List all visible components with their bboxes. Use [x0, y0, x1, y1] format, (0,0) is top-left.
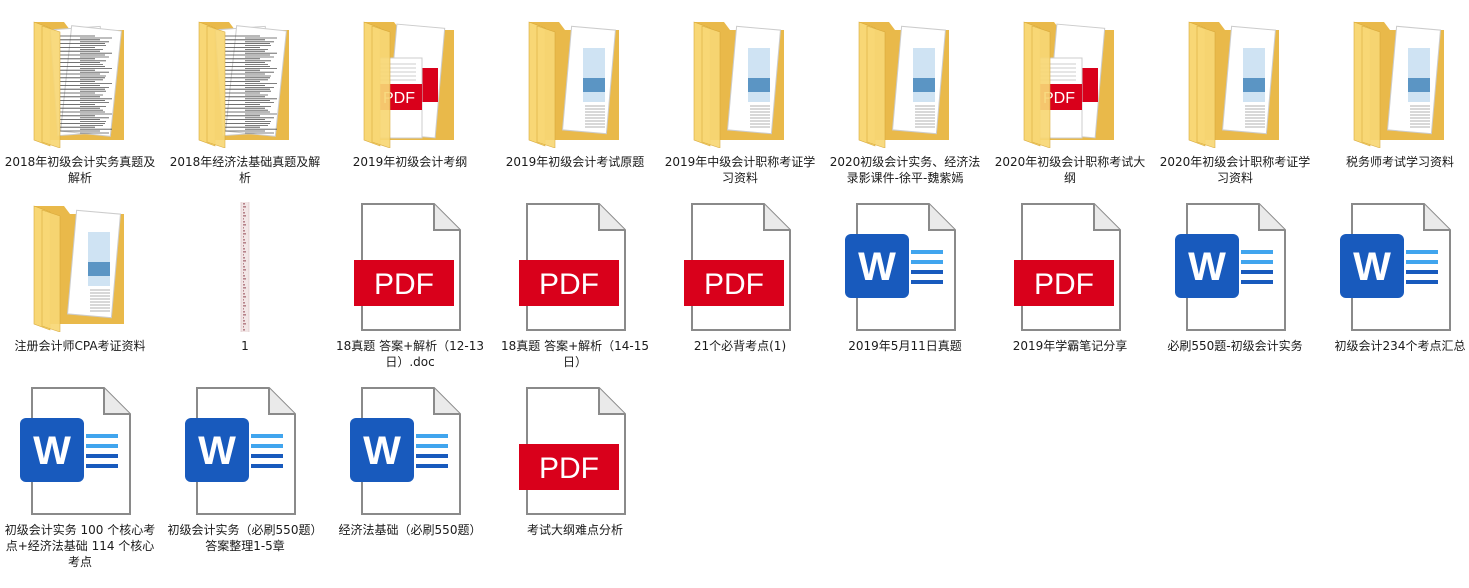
pdf-file-icon: PDF — [350, 202, 470, 332]
file-item[interactable]: W 2019年5月11日真题 — [825, 190, 985, 370]
folder-icon: PDF — [350, 18, 470, 149]
folder-item[interactable]: 2019年初级会计考试原题 — [495, 6, 655, 186]
svg-text:W: W — [1188, 245, 1226, 289]
word-file-icon: W — [20, 386, 140, 516]
folder-icon — [515, 18, 635, 149]
file-item[interactable]: PDF 考试大纲难点分析 — [495, 374, 655, 554]
file-item[interactable]: W 初级会计实务（必刷550题）答案整理1-5章 — [165, 374, 325, 554]
folder-icon — [20, 18, 140, 149]
file-item[interactable]: PDF 18真题 答案+解析（12-13日）.doc — [330, 190, 490, 370]
svg-text:W: W — [33, 429, 71, 473]
svg-text:W: W — [858, 245, 896, 289]
file-item[interactable]: PDF 21个必背考点(1) — [660, 190, 820, 370]
folder-icon — [185, 18, 305, 149]
pdf-file-icon: PDF — [515, 202, 635, 332]
file-item[interactable]: 1 — [165, 190, 325, 370]
svg-text:W: W — [198, 429, 236, 473]
image-file-icon — [185, 197, 305, 335]
folder-item[interactable]: 2019年中级会计职称考证学习资料 — [660, 6, 820, 186]
folder-icon — [680, 18, 800, 149]
item-label: 税务师考试学习资料 — [1345, 155, 1454, 169]
file-item[interactable]: PDF 2019年学霸笔记分享 — [990, 190, 1150, 370]
svg-text:PDF: PDF — [539, 452, 599, 485]
file-item[interactable]: W 必刷550题-初级会计实务 — [1155, 190, 1315, 370]
item-label: 经济法基础（必刷550题） — [338, 523, 482, 537]
item-label: 注册会计师CPA考证资料 — [14, 339, 146, 353]
item-label: 2019年中级会计职称考证学习资料 — [664, 155, 816, 185]
folder-item[interactable]: 税务师考试学习资料 — [1320, 6, 1469, 186]
file-item[interactable]: W 初级会计实务 100 个核心考点+经济法基础 114 个核心考点 — [0, 374, 160, 569]
item-label: 2018年初级会计实务真题及解析 — [4, 155, 156, 185]
folder-item[interactable]: 2020初级会计实务、经济法录影课件-徐平-魏紫嫣 — [825, 6, 985, 186]
file-item[interactable]: PDF 18真题 答案+解析（14-15日） — [495, 190, 655, 370]
folder-icon: PDF — [1010, 18, 1130, 149]
item-label: 1 — [241, 339, 249, 353]
pdf-file-icon: PDF — [1010, 202, 1130, 332]
item-label: 2020年初级会计职称考试大纲 — [994, 155, 1146, 185]
folder-item[interactable]: 2018年初级会计实务真题及解析 — [0, 6, 160, 186]
svg-text:PDF: PDF — [1034, 268, 1094, 301]
pdf-file-icon: PDF — [515, 386, 635, 516]
item-label: 18真题 答案+解析（12-13日）.doc — [335, 339, 484, 369]
folder-item[interactable]: 注册会计师CPA考证资料 — [0, 190, 160, 370]
item-label: 2019年5月11日真题 — [848, 339, 962, 353]
folder-item[interactable]: PDF 2020年初级会计职称考试大纲 — [990, 6, 1150, 186]
item-label: 初级会计实务 100 个核心考点+经济法基础 114 个核心考点 — [4, 523, 156, 569]
folder-item[interactable]: 2020年初级会计职称考证学习资料 — [1155, 6, 1315, 186]
item-label: 必刷550题-初级会计实务 — [1167, 339, 1303, 353]
item-label: 2018年经济法基础真题及解析 — [169, 155, 321, 185]
item-label: 2020年初级会计职称考证学习资料 — [1159, 155, 1311, 185]
item-label: 18真题 答案+解析（14-15日） — [500, 339, 649, 369]
item-label: 2019年初级会计考试原题 — [505, 155, 645, 169]
item-label: 2019年学霸笔记分享 — [1012, 339, 1128, 353]
word-file-icon: W — [845, 202, 965, 332]
item-label: 21个必背考点(1) — [693, 339, 787, 353]
folder-icon — [20, 202, 140, 333]
folder-item[interactable]: 2018年经济法基础真题及解析 — [165, 6, 325, 186]
item-label: 初级会计234个考点汇总 — [1334, 339, 1466, 353]
item-label: 考试大纲难点分析 — [526, 523, 623, 537]
item-label: 2019年初级会计考纲 — [352, 155, 468, 169]
item-label: 2020初级会计实务、经济法录影课件-徐平-魏紫嫣 — [829, 155, 981, 185]
item-label: 初级会计实务（必刷550题）答案整理1-5章 — [167, 523, 323, 553]
svg-text:PDF: PDF — [704, 268, 764, 301]
folder-icon — [1340, 18, 1460, 149]
svg-text:PDF: PDF — [374, 268, 434, 301]
file-grid: 2018年初级会计实务真题及解析 2018年经济法基础真题及解析 PDF 201… — [0, 0, 1469, 588]
folder-icon — [1175, 18, 1295, 149]
svg-text:W: W — [363, 429, 401, 473]
word-file-icon: W — [350, 386, 470, 516]
file-item[interactable]: W 初级会计234个考点汇总 — [1320, 190, 1469, 370]
svg-text:PDF: PDF — [539, 268, 599, 301]
word-file-icon: W — [185, 386, 305, 516]
svg-text:W: W — [1353, 245, 1391, 289]
word-file-icon: W — [1340, 202, 1460, 332]
file-item[interactable]: W 经济法基础（必刷550题） — [330, 374, 490, 554]
folder-item[interactable]: PDF 2019年初级会计考纲 — [330, 6, 490, 186]
pdf-file-icon: PDF — [680, 202, 800, 332]
word-file-icon: W — [1175, 202, 1295, 332]
folder-icon — [845, 18, 965, 149]
